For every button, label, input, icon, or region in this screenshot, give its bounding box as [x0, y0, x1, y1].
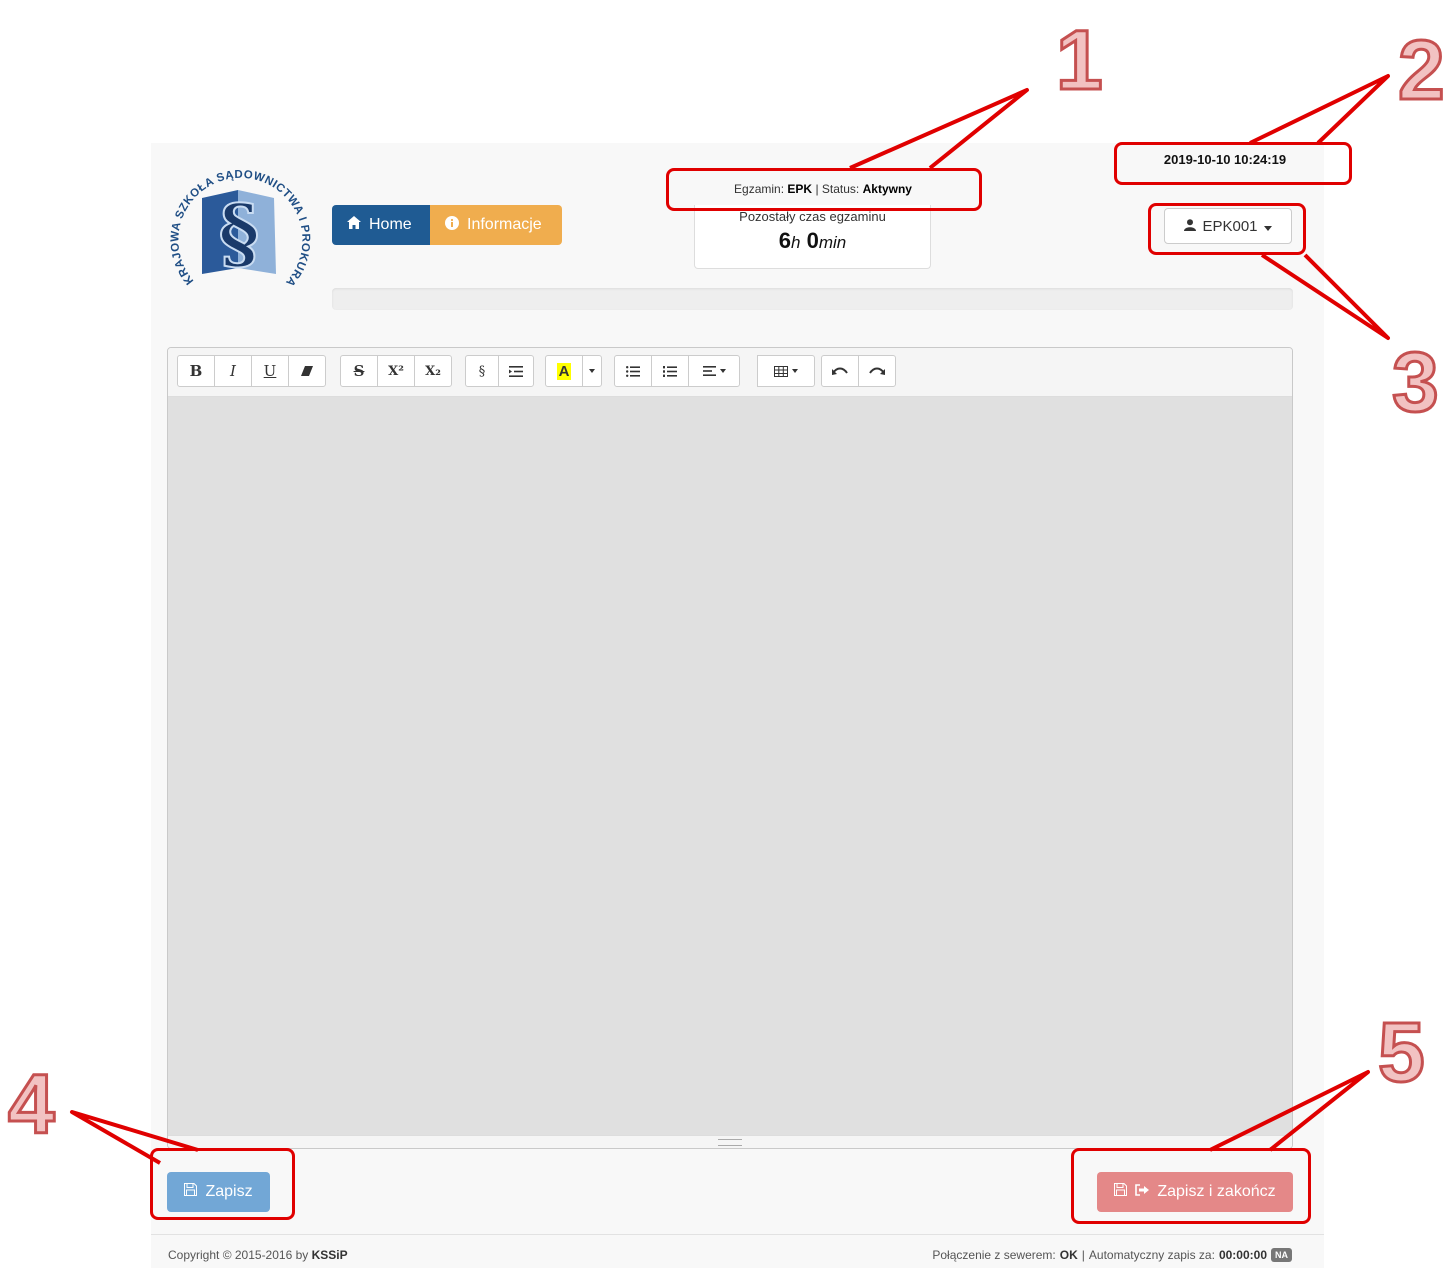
- annotation-number-4: 4: [7, 1057, 57, 1151]
- annotation-number-5: 5: [1377, 1005, 1427, 1099]
- annotation-box-2: [1114, 142, 1352, 185]
- annotation-box-5: [1071, 1148, 1311, 1224]
- annotation-box-4: [150, 1148, 295, 1220]
- annotation-number-3: 3: [1391, 335, 1441, 429]
- annotation-box-1: [666, 168, 982, 211]
- annotation-number-2: 2: [1397, 23, 1447, 117]
- annotation-box-3: [1148, 203, 1306, 255]
- annotation-number-1: 1: [1055, 13, 1105, 107]
